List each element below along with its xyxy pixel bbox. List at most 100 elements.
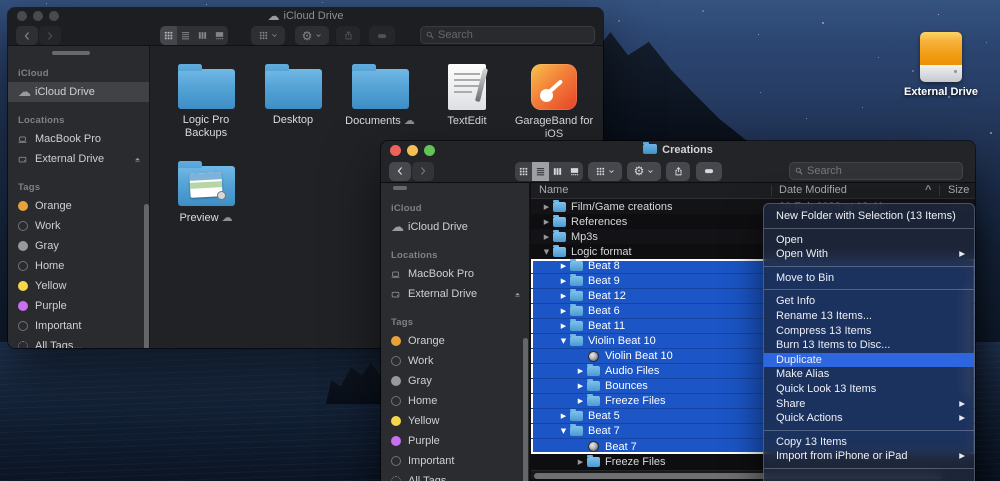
menu-item-duplicate[interactable]: Duplicate bbox=[764, 353, 974, 368]
search-input[interactable] bbox=[803, 165, 957, 177]
sidebar-item-orange[interactable]: Orange bbox=[381, 331, 529, 351]
column-divider bbox=[939, 185, 940, 196]
external-drive-desktop-icon[interactable]: External Drive bbox=[897, 32, 985, 98]
sidebar-item-yellow[interactable]: Yellow bbox=[8, 276, 149, 296]
disclosure-triangle-icon[interactable]: ▶ bbox=[557, 412, 570, 420]
tag-button[interactable] bbox=[369, 26, 395, 45]
menu-item-move-to-bin[interactable]: Move to Bin bbox=[764, 271, 974, 286]
view-list-button[interactable] bbox=[177, 26, 194, 45]
disclosure-triangle-icon[interactable]: ▶ bbox=[540, 218, 553, 226]
disclosure-triangle-icon[interactable]: ▶ bbox=[574, 367, 587, 375]
sidebar-item-all-tags[interactable]: All Tags... bbox=[8, 336, 149, 348]
menu-item-quick-look-13-items[interactable]: Quick Look 13 Items bbox=[764, 382, 974, 397]
menu-item-compress-13-items[interactable]: Compress 13 Items bbox=[764, 324, 974, 339]
sidebar-scrollbar[interactable] bbox=[523, 338, 528, 481]
share-button[interactable] bbox=[666, 162, 690, 181]
disclosure-triangle-icon[interactable]: ▼ bbox=[557, 427, 570, 435]
sidebar-item-yellow[interactable]: Yellow bbox=[381, 411, 529, 431]
disclosure-triangle-icon[interactable]: ▶ bbox=[574, 382, 587, 390]
sidebar-item-macbook-pro[interactable]: MacBook Pro bbox=[8, 129, 149, 149]
menu-item-share[interactable]: Share▶ bbox=[764, 397, 974, 412]
menu-item-import-from-iphone-or-ipad[interactable]: Import from iPhone or iPad▶ bbox=[764, 449, 974, 464]
menu-item-get-info[interactable]: Get Info bbox=[764, 294, 974, 309]
grid-item-textedit[interactable]: TextEdit bbox=[423, 62, 511, 141]
search-input[interactable] bbox=[434, 29, 589, 41]
tag-button[interactable] bbox=[696, 162, 722, 181]
menu-item-quick-actions[interactable]: Quick Actions▶ bbox=[764, 411, 974, 426]
grid-item-garageband-for-ios[interactable]: GarageBand for iOS bbox=[510, 62, 598, 141]
zoom-button[interactable] bbox=[49, 11, 59, 21]
column-header-size[interactable]: Size bbox=[948, 184, 969, 196]
action-button[interactable]: ⚙ bbox=[627, 162, 661, 181]
grid-item-preview[interactable]: Preview☁ bbox=[162, 159, 250, 225]
sidebar-item-macbook-pro[interactable]: MacBook Pro bbox=[381, 264, 529, 284]
menu-item-rename-13-items[interactable]: Rename 13 Items... bbox=[764, 309, 974, 324]
share-button[interactable] bbox=[336, 26, 360, 45]
sidebar-item-purple[interactable]: Purple bbox=[8, 296, 149, 316]
menu-item-copy-13-items[interactable]: Copy 13 Items bbox=[764, 435, 974, 450]
forward-button[interactable] bbox=[39, 26, 61, 45]
disclosure-triangle-icon[interactable]: ▼ bbox=[557, 337, 570, 345]
action-button[interactable]: ⚙ bbox=[295, 26, 329, 45]
forward-button[interactable] bbox=[412, 162, 434, 181]
sidebar-item-icloud-drive[interactable]: ☁iCloud Drive bbox=[381, 217, 529, 237]
sidebar-item-important[interactable]: Important bbox=[8, 316, 149, 336]
menu-item-open-with[interactable]: Open With▶ bbox=[764, 247, 974, 262]
disclosure-triangle-icon[interactable]: ▶ bbox=[540, 203, 553, 211]
disclosure-triangle-icon[interactable]: ▶ bbox=[540, 233, 553, 241]
group-button[interactable] bbox=[588, 162, 622, 181]
disclosure-triangle-icon[interactable]: ▶ bbox=[574, 458, 587, 466]
zoom-button[interactable] bbox=[424, 145, 435, 156]
view-columns-button[interactable] bbox=[549, 162, 566, 181]
sidebar-item-home[interactable]: Home bbox=[8, 256, 149, 276]
sidebar-item-gray[interactable]: Gray bbox=[381, 371, 529, 391]
sidebar-item-external-drive[interactable]: External Drive bbox=[381, 284, 529, 304]
search-field[interactable] bbox=[789, 162, 963, 180]
view-columns-button[interactable] bbox=[194, 26, 211, 45]
view-grid-button[interactable] bbox=[515, 162, 532, 181]
close-button[interactable] bbox=[17, 11, 27, 21]
close-button[interactable] bbox=[390, 145, 401, 156]
menu-item-open[interactable]: Open bbox=[764, 233, 974, 248]
eject-icon[interactable] bbox=[134, 156, 141, 163]
sidebar-item-icloud-drive[interactable]: ☁iCloud Drive bbox=[8, 82, 149, 102]
tag-color-dot bbox=[391, 456, 401, 466]
sidebar-item-orange[interactable]: Orange bbox=[8, 196, 149, 216]
menu-item-make-alias[interactable]: Make Alias bbox=[764, 367, 974, 382]
eject-icon[interactable] bbox=[514, 291, 521, 298]
back-button[interactable] bbox=[389, 162, 411, 181]
sidebar-item-home[interactable]: Home bbox=[381, 391, 529, 411]
group-button[interactable] bbox=[251, 26, 285, 45]
disclosure-triangle-icon[interactable]: ▼ bbox=[540, 248, 553, 256]
menu-item-new-folder-with-selection-13-items[interactable]: New Folder with Selection (13 Items) bbox=[764, 209, 974, 224]
disclosure-triangle-icon[interactable]: ▶ bbox=[557, 307, 570, 315]
sidebar-scrollbar[interactable] bbox=[144, 204, 149, 348]
sidebar-item-purple[interactable]: Purple bbox=[381, 431, 529, 451]
disclosure-triangle-icon[interactable]: ▶ bbox=[557, 277, 570, 285]
grid-item-logic-pro-backups[interactable]: Logic Pro Backups bbox=[162, 62, 250, 141]
sidebar-item-all-tags[interactable]: All Tags... bbox=[381, 471, 529, 481]
sidebar-item-important[interactable]: Important bbox=[381, 451, 529, 471]
disclosure-triangle-icon[interactable]: ▶ bbox=[574, 397, 587, 405]
grid-item-documents[interactable]: Documents☁ bbox=[336, 62, 424, 141]
sidebar-item-work[interactable]: Work bbox=[381, 351, 529, 371]
view-gallery-button[interactable] bbox=[566, 162, 583, 181]
disclosure-triangle-icon[interactable]: ▶ bbox=[557, 262, 570, 270]
titlebar: Creations bbox=[381, 141, 975, 159]
menu-item-burn-13-items-to-disc[interactable]: Burn 13 Items to Disc... bbox=[764, 338, 974, 353]
minimize-button[interactable] bbox=[33, 11, 43, 21]
view-list-button[interactable] bbox=[532, 162, 549, 181]
view-gallery-button[interactable] bbox=[211, 26, 228, 45]
sidebar-item-gray[interactable]: Gray bbox=[8, 236, 149, 256]
disclosure-triangle-icon[interactable]: ▶ bbox=[557, 292, 570, 300]
search-field[interactable] bbox=[420, 26, 595, 44]
column-header-date-modified[interactable]: Date Modified bbox=[779, 184, 847, 196]
disclosure-triangle-icon[interactable]: ▶ bbox=[557, 322, 570, 330]
sidebar-item-external-drive[interactable]: External Drive bbox=[8, 149, 149, 169]
view-grid-button[interactable] bbox=[160, 26, 177, 45]
minimize-button[interactable] bbox=[407, 145, 418, 156]
grid-item-desktop[interactable]: Desktop bbox=[249, 62, 337, 141]
back-button[interactable] bbox=[16, 26, 38, 45]
column-header-name[interactable]: Name bbox=[539, 184, 568, 196]
sidebar-item-work[interactable]: Work bbox=[8, 216, 149, 236]
